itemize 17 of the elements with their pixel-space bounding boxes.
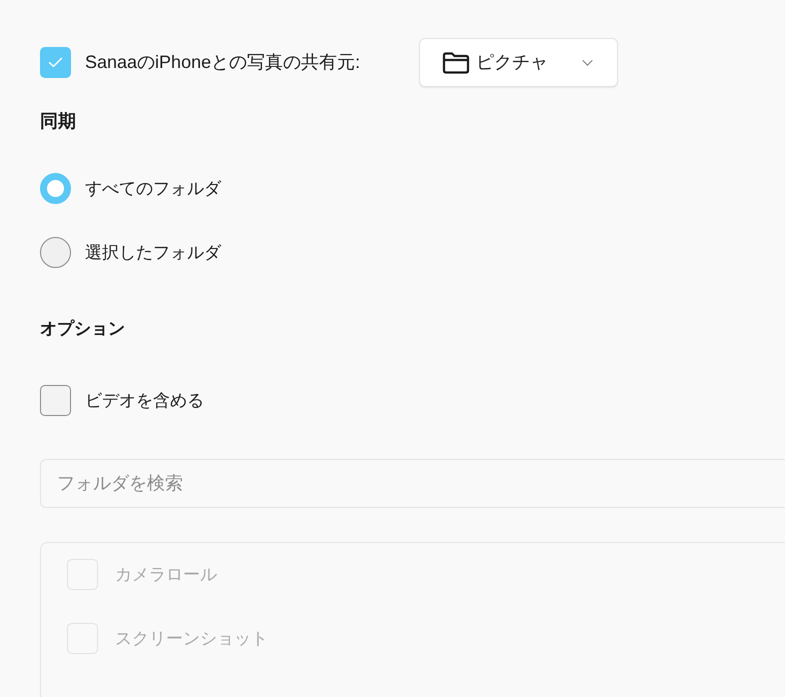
radio-button[interactable] xyxy=(40,173,71,204)
radio-label: すべてのフォルダ xyxy=(85,178,221,200)
section-heading: オプション xyxy=(40,318,125,340)
checkbox[interactable] xyxy=(40,385,71,416)
folder-label: カメラロール xyxy=(115,564,217,586)
section-heading: 同期 xyxy=(40,110,76,133)
checkbox[interactable] xyxy=(40,47,71,78)
radio-label: 選択したフォルダ xyxy=(85,242,221,264)
folder-dropdown[interactable]: ピクチャ xyxy=(419,38,618,87)
folder-icon xyxy=(442,52,470,74)
check-icon xyxy=(48,57,63,68)
folder-label: スクリーンショット xyxy=(115,628,268,650)
checkbox-label: ビデオを含める xyxy=(85,390,204,412)
chevron-down-icon xyxy=(582,60,593,66)
share-label: SanaaのiPhoneとの写真の共有元: xyxy=(85,51,362,74)
radio-button[interactable] xyxy=(40,237,71,268)
search-field[interactable]: フォルダを検索 xyxy=(40,459,785,508)
